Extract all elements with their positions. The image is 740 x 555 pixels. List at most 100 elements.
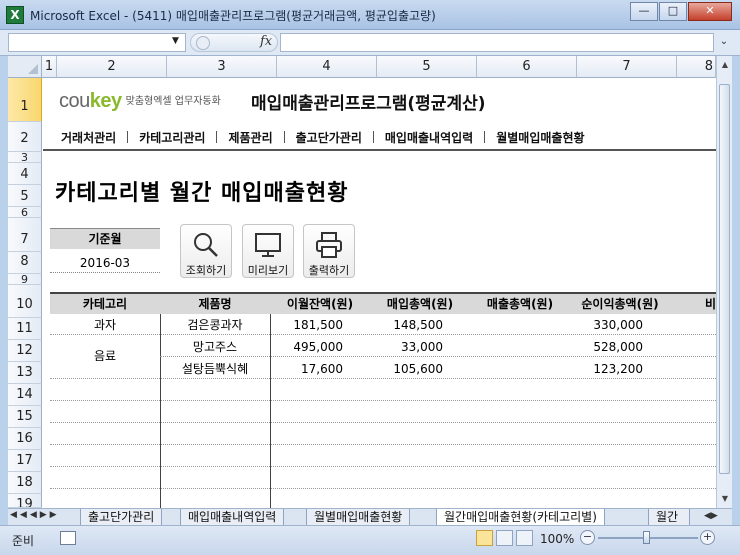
sheet-content: coukey 맞춤형엑셀 업무자동화 매입매출관리프로그램(평균계산) 거래처관리… xyxy=(43,79,716,508)
tab-monthly[interactable]: 월간 xyxy=(648,509,690,526)
row-header-8[interactable]: 8 xyxy=(8,252,42,274)
row-header-4[interactable]: 4 xyxy=(8,163,42,185)
header-carryover: 이월잔액(원) xyxy=(286,297,354,311)
row-line xyxy=(50,400,716,401)
close-button[interactable]: ✕ xyxy=(688,2,732,21)
cell-product[interactable]: 설탕듬뿍식혜 xyxy=(160,359,270,380)
name-box[interactable] xyxy=(8,33,186,52)
tab-monthly-status[interactable]: 월별매입매출현황 xyxy=(306,509,411,526)
horizontal-scroll-icons[interactable]: ◀▶ xyxy=(704,511,728,524)
cell-category[interactable]: 음료 xyxy=(50,346,160,367)
cell-purchase[interactable]: 105,600 xyxy=(370,359,443,380)
column-header-7[interactable]: 7 xyxy=(577,56,677,78)
sheet-tab-bar: ◀◀◀▶▶ 출고단가관리 매입매출내역입력 월별매입매출현황 월간매입매출현황(… xyxy=(8,508,732,526)
row-header-10[interactable]: 10 xyxy=(8,285,42,318)
minimize-button[interactable]: — xyxy=(630,2,658,21)
column-header-5[interactable]: 5 xyxy=(377,56,477,78)
tab-category-monthly-status[interactable]: 월간매입매출현황(카테고리별) xyxy=(436,509,605,526)
cell-product[interactable]: 검은콩과자 xyxy=(160,315,270,336)
menu-category-management[interactable]: 카테고리관리 xyxy=(139,129,205,146)
zoom-slider-thumb[interactable] xyxy=(643,531,650,544)
scroll-up-icon[interactable]: ▲ xyxy=(720,60,730,69)
column-header-1[interactable]: 1 xyxy=(42,56,57,78)
cell-carryover[interactable]: 495,000 xyxy=(270,337,343,358)
normal-view-button[interactable] xyxy=(476,530,493,546)
vertical-scrollbar[interactable]: ▲ ▼ xyxy=(716,56,732,508)
select-all-corner[interactable] xyxy=(8,56,42,78)
row-header-14[interactable]: 14 xyxy=(8,384,42,406)
tab-transaction-entry[interactable]: 매입매출내역입력 xyxy=(180,509,285,526)
logo-word: coukey xyxy=(59,90,122,112)
vertical-scroll-thumb[interactable] xyxy=(719,84,730,474)
cell-sales[interactable] xyxy=(470,337,543,358)
menu-transaction-entry[interactable]: 매입매출내역입력 xyxy=(385,129,473,146)
row-header-19[interactable]: 19 xyxy=(8,494,42,508)
row-header-6[interactable]: 6 xyxy=(8,207,42,218)
menu-unit-price-management[interactable]: 출고단가관리 xyxy=(296,129,362,146)
preview-button-label: 미리보기 xyxy=(247,264,289,277)
print-button[interactable]: 출력하기 xyxy=(303,224,355,278)
status-bar: 준비 100% − + xyxy=(0,525,740,555)
magnifier-icon xyxy=(194,233,218,257)
header-ratio: 비 xyxy=(704,297,716,311)
row-header-1[interactable]: 1 xyxy=(8,78,42,122)
maximize-button[interactable]: □ xyxy=(659,2,687,21)
cell-profit[interactable]: 528,000 xyxy=(570,337,643,358)
row-header-18[interactable]: 18 xyxy=(8,472,42,494)
column-header-8[interactable]: 8 xyxy=(677,56,716,78)
worksheet[interactable]: 1 2 3 4 5 6 7 8 1 2 3 4 5 6 7 8 9 10 11 … xyxy=(8,56,716,508)
row-header-15[interactable]: 15 xyxy=(8,406,42,428)
cell-carryover[interactable]: 17,600 xyxy=(270,359,343,380)
row-header-12[interactable]: 12 xyxy=(8,340,42,362)
column-header-2[interactable]: 2 xyxy=(57,56,167,78)
row-header-2[interactable]: 2 xyxy=(8,122,42,152)
preview-button[interactable]: 미리보기 xyxy=(242,224,294,278)
month-input[interactable]: 2016-03 xyxy=(50,253,160,273)
page-layout-view-button[interactable] xyxy=(496,530,513,546)
row-header-9[interactable]: 9 xyxy=(8,274,42,285)
month-label: 기준월 xyxy=(50,228,160,249)
menu-product-management[interactable]: 제품관리 xyxy=(228,129,272,146)
row-header-13[interactable]: 13 xyxy=(8,362,42,384)
column-header-3[interactable]: 3 xyxy=(167,56,277,78)
menu-divider xyxy=(283,131,285,143)
cell-purchase[interactable]: 148,500 xyxy=(370,315,443,336)
tab-unit-price[interactable]: 출고단가관리 xyxy=(80,509,163,526)
cell-profit[interactable]: 123,200 xyxy=(570,359,643,380)
zoom-out-button[interactable]: − xyxy=(580,530,595,545)
insert-function-button[interactable]: fx xyxy=(260,34,272,49)
row-header-17[interactable]: 17 xyxy=(8,450,42,472)
cell-carryover[interactable]: 181,500 xyxy=(270,315,343,336)
menu-monthly-status[interactable]: 월별매입매출현황 xyxy=(496,129,584,146)
formula-bar: ▼ fx ⌄ xyxy=(0,30,740,56)
expand-formula-bar-icon[interactable]: ⌄ xyxy=(716,33,732,52)
tab-navigation-icons[interactable]: ◀◀◀▶▶ xyxy=(10,510,60,520)
cell-profit[interactable]: 330,000 xyxy=(570,315,643,336)
scroll-down-icon[interactable]: ▼ xyxy=(720,494,730,503)
status-ready: 준비 xyxy=(12,534,35,548)
cell-category[interactable]: 과자 xyxy=(50,315,160,336)
cell-sales[interactable] xyxy=(470,359,543,380)
cell-product[interactable]: 망고주스 xyxy=(160,337,270,358)
row-header-5[interactable]: 5 xyxy=(8,185,42,207)
cell-purchase[interactable]: 33,000 xyxy=(370,337,443,358)
column-header-4[interactable]: 4 xyxy=(277,56,377,78)
row-header-16[interactable]: 16 xyxy=(8,428,42,450)
row-line xyxy=(50,488,716,489)
row-header-7[interactable]: 7 xyxy=(8,218,42,252)
formula-handle-icon[interactable] xyxy=(196,36,210,50)
macro-record-icon[interactable] xyxy=(60,531,76,545)
row-line xyxy=(50,444,716,445)
page-break-view-button[interactable] xyxy=(516,530,533,546)
row-header-11[interactable]: 11 xyxy=(8,318,42,340)
zoom-level[interactable]: 100% xyxy=(540,532,574,546)
menu-client-management[interactable]: 거래처관리 xyxy=(61,129,116,146)
search-button[interactable]: 조회하기 xyxy=(180,224,232,278)
name-box-dropdown-icon[interactable]: ▼ xyxy=(172,36,179,46)
section-title: 카테고리별 월간 매입매출현황 xyxy=(55,181,349,206)
column-header-6[interactable]: 6 xyxy=(477,56,577,78)
cell-sales[interactable] xyxy=(470,315,543,336)
zoom-in-button[interactable]: + xyxy=(700,530,715,545)
formula-input[interactable] xyxy=(280,33,714,52)
row-header-3[interactable]: 3 xyxy=(8,152,42,163)
